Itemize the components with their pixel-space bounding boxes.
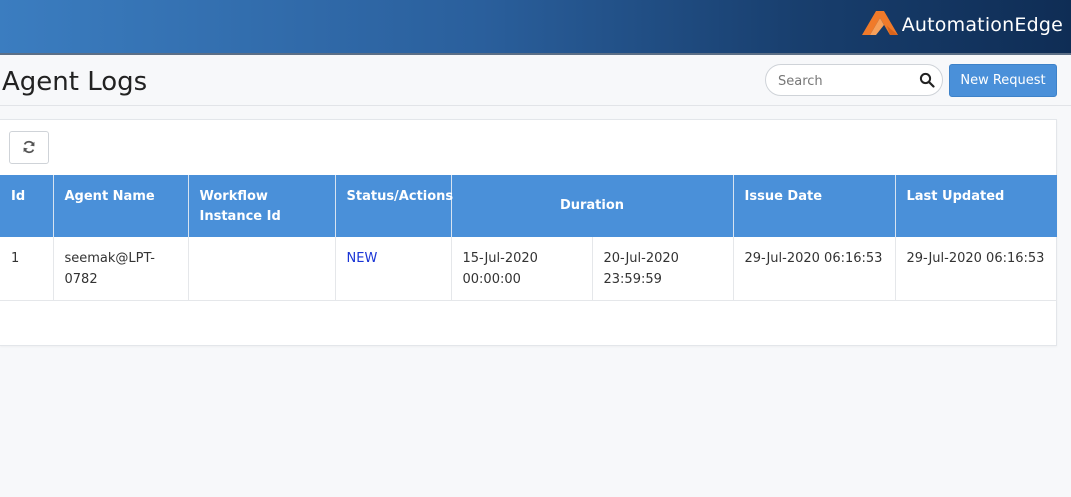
- cell-duration-start: 15-Jul-2020 00:00:00: [451, 237, 593, 301]
- column-header-last-updated[interactable]: Last Updated: [895, 175, 1057, 237]
- column-header-status-actions[interactable]: Status/Actions: [335, 175, 453, 237]
- cell-issue-date: 29-Jul-2020 06:16:53: [733, 237, 896, 301]
- top-navbar: AutomationEdge: [0, 0, 1071, 55]
- status-link[interactable]: NEW: [347, 251, 378, 266]
- cell-status: NEW: [335, 237, 452, 301]
- table-row[interactable]: 1 seemak@LPT-0782 NEW 15-Jul-2020 00:00:…: [0, 237, 1057, 301]
- refresh-button[interactable]: [9, 131, 49, 164]
- column-header-issue-date[interactable]: Issue Date: [733, 175, 896, 237]
- column-header-workflow-instance-id[interactable]: Workflow Instance Id: [188, 175, 336, 237]
- search-icon[interactable]: [919, 72, 935, 88]
- table-header-row: Id Agent Name Workflow Instance Id Statu…: [0, 175, 1057, 237]
- automationedge-logo-icon: [861, 11, 898, 35]
- agent-logs-panel: Id Agent Name Workflow Instance Id Statu…: [0, 119, 1057, 346]
- page-header: Agent Logs New Request: [0, 55, 1071, 106]
- cell-duration-end: 20-Jul-2020 23:59:59: [592, 237, 734, 301]
- page-title: Agent Logs: [2, 67, 148, 97]
- column-header-duration[interactable]: Duration: [451, 175, 734, 237]
- cell-id: 1: [0, 237, 54, 301]
- column-header-id[interactable]: Id: [0, 175, 54, 237]
- search-box: [765, 64, 943, 97]
- column-header-agent-name[interactable]: Agent Name: [53, 175, 189, 237]
- cell-agent-name: seemak@LPT-0782: [53, 237, 189, 301]
- search-input[interactable]: [776, 65, 920, 97]
- cell-last-updated: 29-Jul-2020 06:16:53: [895, 237, 1057, 301]
- cell-workflow-instance-id: [188, 237, 336, 301]
- agent-logs-table: Id Agent Name Workflow Instance Id Statu…: [0, 175, 1057, 301]
- new-request-button[interactable]: New Request: [949, 64, 1057, 97]
- refresh-icon: [23, 140, 35, 154]
- brand-name: AutomationEdge: [901, 14, 1063, 36]
- brand[interactable]: AutomationEdge: [860, 8, 1063, 38]
